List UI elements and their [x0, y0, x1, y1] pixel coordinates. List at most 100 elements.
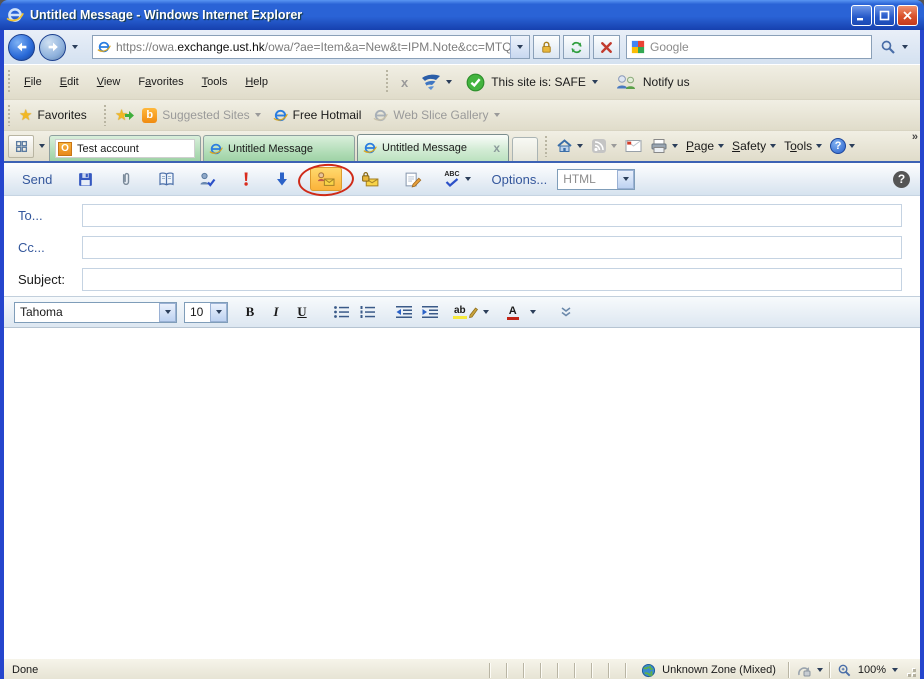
lock-icon — [539, 40, 554, 55]
feeds-button[interactable] — [587, 135, 621, 157]
feeds-caret-icon — [611, 144, 617, 148]
tools-menu-button[interactable]: Tools — [780, 136, 826, 156]
quick-tabs-button[interactable] — [8, 135, 34, 158]
add-to-favorites-bar-button[interactable]: ★ — [111, 105, 138, 126]
tab-untitled-message-2-active[interactable]: Untitled Message x — [357, 134, 509, 161]
check-names-button[interactable] — [193, 168, 222, 190]
to-input[interactable] — [82, 204, 902, 227]
subject-input[interactable] — [82, 268, 902, 291]
security-lock-button[interactable] — [533, 35, 560, 59]
safety-menu-button[interactable]: Safety — [728, 136, 780, 156]
attach-file-button[interactable] — [113, 168, 138, 191]
url-dropdown-button[interactable] — [510, 36, 529, 58]
tab-untitled-message-1[interactable]: Untitled Message — [203, 135, 355, 161]
address-book-button[interactable] — [152, 168, 181, 190]
site-safety-button[interactable]: This site is: SAFE — [462, 70, 602, 95]
owa-toolbar: Send — [4, 163, 920, 196]
close-fsecure-toolbar-button[interactable]: x — [393, 75, 416, 90]
toolbar-grip[interactable] — [7, 70, 12, 94]
zoom-caret-icon — [892, 668, 898, 672]
encrypt-message-button[interactable] — [356, 168, 385, 190]
font-color-caret-icon[interactable] — [530, 310, 536, 314]
spell-check-button[interactable]: ABC — [439, 168, 475, 190]
message-body-editor[interactable] — [4, 328, 920, 658]
increase-indent-button[interactable] — [418, 301, 442, 323]
favorites-bar: ★ Favorites ★ b Suggested Sites Free Hot… — [4, 99, 920, 130]
recent-pages-caret-icon[interactable] — [72, 45, 78, 49]
web-slice-gallery-button[interactable]: Web Slice Gallery — [369, 105, 503, 126]
toolbar-grip[interactable] — [544, 136, 549, 157]
page-menu-button[interactable]: Page — [682, 136, 728, 156]
print-button[interactable] — [646, 135, 682, 157]
font-family-select[interactable]: Tahoma — [14, 302, 177, 323]
resize-grip[interactable] — [902, 663, 916, 677]
menu-edit[interactable]: Edit — [51, 72, 88, 92]
read-mail-button[interactable] — [621, 136, 646, 156]
new-tab-stub[interactable] — [512, 137, 538, 161]
suggested-sites-button[interactable]: b Suggested Sites — [138, 105, 264, 126]
protected-mode-button[interactable] — [796, 663, 823, 678]
cc-button[interactable]: Cc... — [4, 240, 82, 255]
zoom-button[interactable]: 100% — [837, 663, 898, 678]
toolbar-grip[interactable] — [103, 105, 108, 126]
toolbar-grip[interactable] — [385, 70, 390, 94]
decrease-indent-button[interactable] — [392, 301, 416, 323]
highlight-button[interactable]: ab — [453, 301, 478, 323]
bold-button[interactable]: B — [238, 301, 262, 323]
close-button[interactable] — [897, 5, 918, 26]
search-options-caret-icon[interactable] — [902, 45, 908, 49]
menu-help[interactable]: Help — [236, 72, 277, 92]
stop-button[interactable] — [593, 35, 620, 59]
highlighter-pen-icon — [468, 306, 478, 318]
to-button[interactable]: To... — [4, 208, 82, 223]
options-button[interactable]: Options... — [492, 172, 548, 187]
ie-favicon — [363, 141, 377, 155]
tab-close-icon[interactable]: x — [490, 141, 503, 155]
free-hotmail-button[interactable]: Free Hotmail — [269, 105, 366, 126]
italic-button[interactable]: I — [264, 301, 288, 323]
bulleted-list-button[interactable] — [329, 301, 353, 323]
importance-high-button[interactable] — [236, 168, 256, 190]
digitally-sign-button[interactable] — [310, 167, 342, 191]
owa-help-button[interactable]: ? — [893, 171, 910, 188]
command-overflow-chevron[interactable]: » — [912, 131, 918, 143]
menu-favorites[interactable]: Favorites — [129, 72, 192, 92]
search-button[interactable] — [875, 35, 901, 59]
importance-low-button[interactable] — [270, 168, 294, 190]
format-mode-select[interactable]: HTML — [557, 169, 635, 190]
cc-input[interactable] — [82, 236, 902, 259]
save-button[interactable] — [72, 168, 99, 191]
back-button[interactable] — [8, 34, 35, 61]
send-button[interactable]: Send — [22, 172, 52, 187]
toolbar-grip[interactable] — [7, 105, 12, 126]
font-size-select[interactable]: 10 — [184, 302, 228, 323]
tab-list-caret-icon[interactable] — [34, 135, 49, 158]
url-text: https://owa.exchange.ust.hk/owa/?ae=Item… — [116, 40, 510, 54]
menu-file[interactable]: File — [15, 72, 51, 92]
menu-view[interactable]: View — [88, 72, 130, 92]
more-formatting-button[interactable] — [554, 301, 578, 323]
save-floppy-icon — [77, 171, 94, 188]
paperclip-icon — [118, 171, 133, 188]
maximize-button[interactable] — [874, 5, 895, 26]
search-input[interactable]: Google — [626, 35, 872, 59]
select-arrow-icon — [617, 170, 634, 189]
fsecure-button[interactable] — [416, 70, 456, 94]
home-button[interactable] — [552, 135, 587, 157]
tab-test-account[interactable]: O Test account — [49, 135, 201, 161]
highlight-caret-icon[interactable] — [483, 310, 489, 314]
underline-button[interactable]: U — [290, 301, 314, 323]
font-color-button[interactable]: A — [501, 301, 525, 323]
numbered-list-button[interactable] — [355, 301, 379, 323]
fsecure-logo-icon — [420, 73, 442, 91]
ie-help-button[interactable]: ? — [826, 135, 859, 157]
refresh-button[interactable] — [563, 35, 590, 59]
notify-us-button[interactable]: Notify us — [610, 70, 694, 94]
forward-button[interactable] — [39, 34, 66, 61]
web-slice-gallery-label: Web Slice Gallery — [393, 108, 488, 122]
minimize-button[interactable] — [851, 5, 872, 26]
favorites-button[interactable]: ★ Favorites — [15, 105, 91, 126]
insert-signature-button[interactable] — [399, 168, 427, 191]
menu-tools[interactable]: Tools — [193, 72, 237, 92]
address-field[interactable]: https://owa.exchange.ust.hk/owa/?ae=Item… — [92, 35, 530, 59]
